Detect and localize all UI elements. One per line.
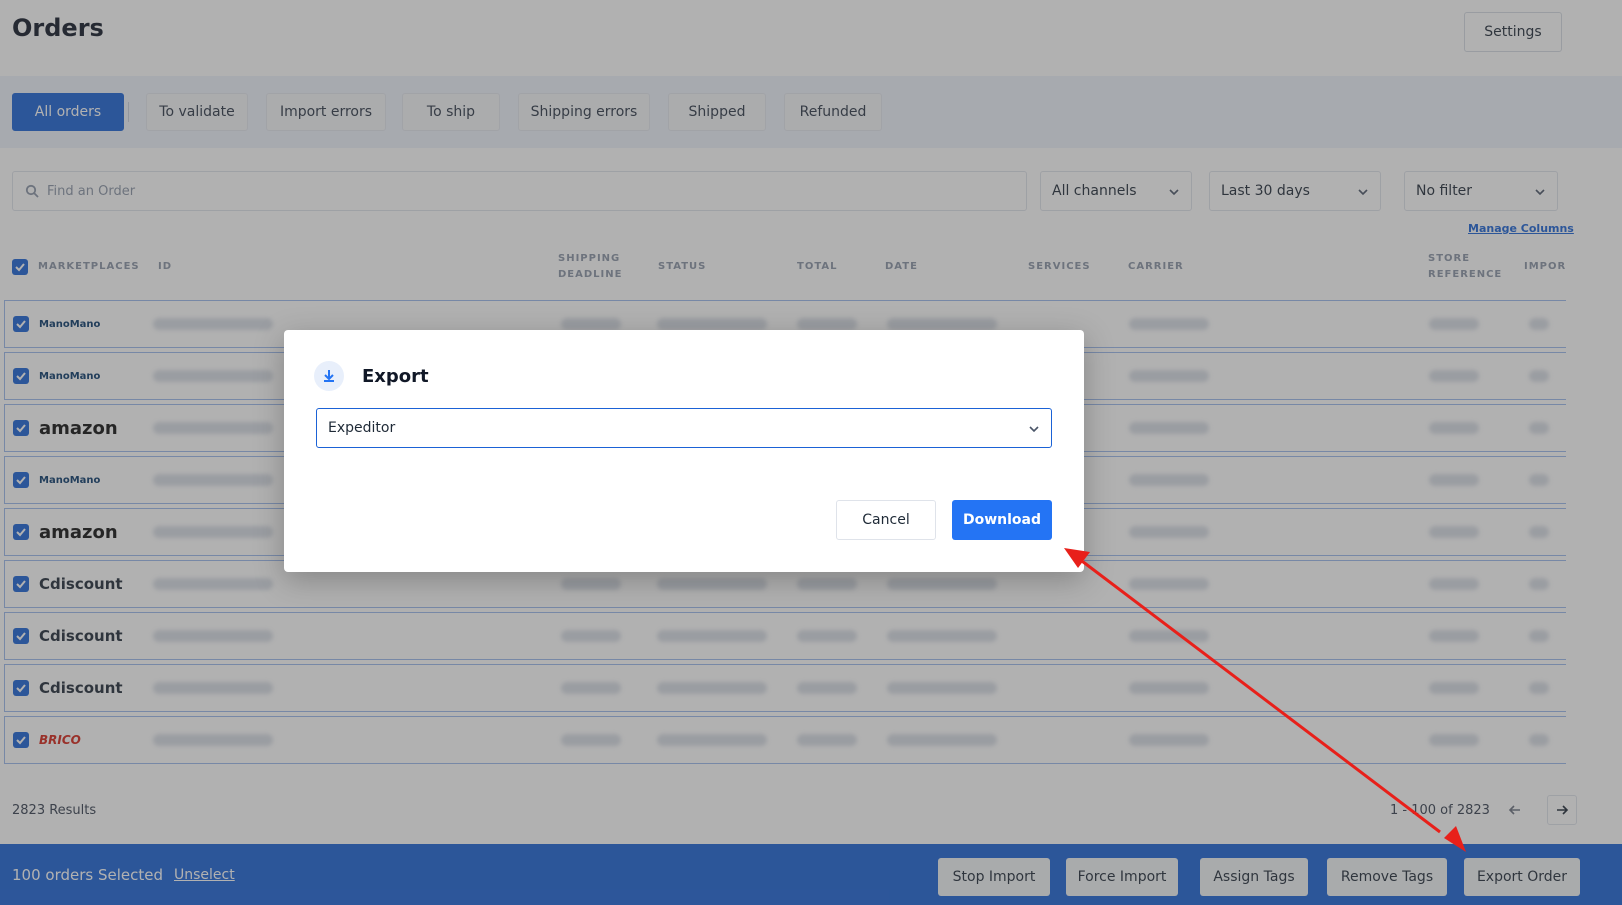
export-modal: Export Expeditor Cancel Download — [284, 330, 1084, 572]
download-icon — [314, 361, 344, 391]
export-format-value: Expeditor — [328, 420, 396, 436]
download-button[interactable]: Download — [952, 500, 1052, 540]
chevron-down-icon — [1029, 426, 1039, 433]
export-format-select[interactable]: Expeditor — [316, 408, 1052, 448]
cancel-button[interactable]: Cancel — [836, 500, 936, 540]
modal-title: Export — [362, 366, 429, 387]
